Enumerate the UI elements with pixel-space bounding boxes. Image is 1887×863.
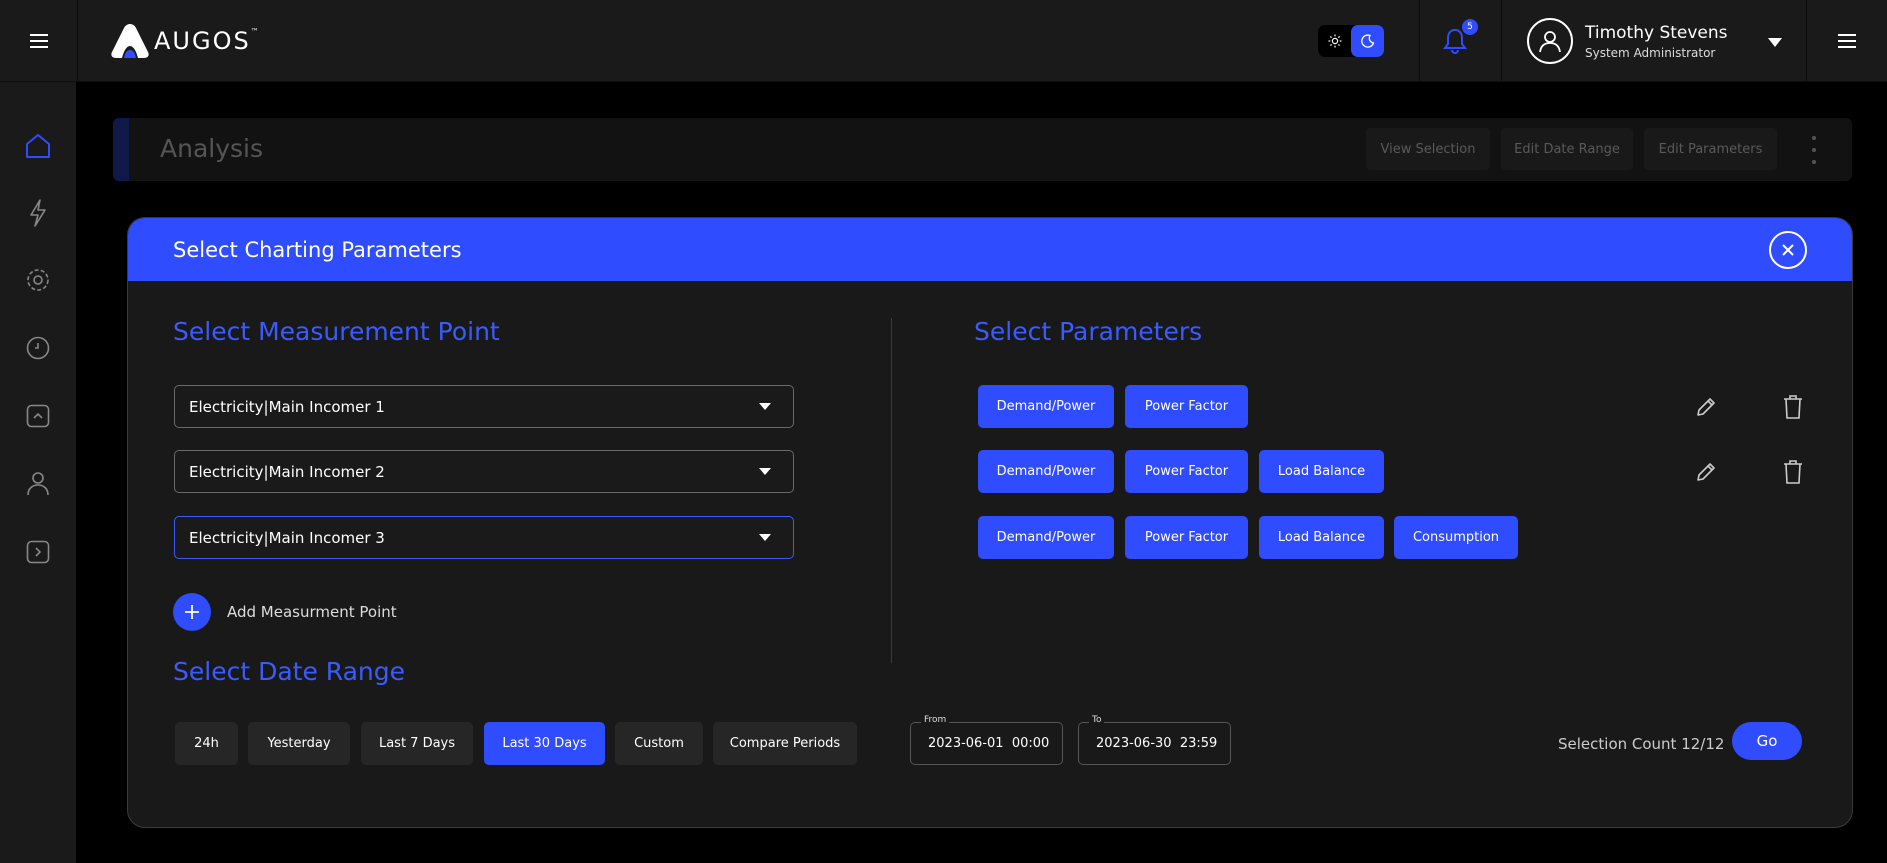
trash-icon <box>1784 395 1802 419</box>
edit-parameters-button[interactable]: Edit Parameters <box>1644 128 1777 170</box>
sidebar-item-expand[interactable] <box>22 536 54 568</box>
date-range-24h-button[interactable]: 24h <box>175 722 238 765</box>
dark-mode-option[interactable] <box>1351 25 1384 57</box>
date-range-compare-periods-button[interactable]: Compare Periods <box>713 722 857 765</box>
sidebar-item-history[interactable] <box>22 332 54 364</box>
user-role: System Administrator <box>1585 45 1716 60</box>
add-measurement-button[interactable] <box>173 593 211 631</box>
sidebar <box>0 82 76 863</box>
analysis-accent-bar <box>113 118 129 181</box>
more-options-icon[interactable] <box>1811 136 1817 164</box>
chevron-up-square-icon <box>26 404 50 428</box>
delete-row-button[interactable] <box>1780 459 1806 485</box>
measurement-point-select[interactable]: Electricity|Main Incomer 1 <box>174 385 794 428</box>
from-date-label: From <box>921 715 950 725</box>
sun-icon <box>1328 34 1341 48</box>
parameter-chip[interactable]: Demand/Power <box>978 385 1114 428</box>
theme-toggle[interactable] <box>1318 25 1384 57</box>
to-date-value: 2023-06-30 23:59 <box>1096 736 1218 751</box>
avatar <box>1527 18 1573 64</box>
logo-mark-icon <box>111 24 149 58</box>
sidebar-item-home[interactable] <box>22 130 54 162</box>
measurement-point-select[interactable]: Electricity|Main Incomer 3 <box>174 516 794 559</box>
section-divider <box>891 318 892 663</box>
lightning-icon <box>30 199 46 227</box>
topbar-separator <box>1501 0 1502 82</box>
date-range-last-7-days-button[interactable]: Last 7 Days <box>361 722 473 765</box>
measurement-point-value: Electricity|Main Incomer 3 <box>189 528 385 547</box>
modal-header: Select Charting Parameters <box>128 218 1852 281</box>
top-bar: AUGOS™ 5 Timothy Stevens System Administ… <box>0 0 1887 82</box>
to-date-field[interactable]: To 2023-06-30 23:59 <box>1078 715 1231 765</box>
sidebar-item-users[interactable] <box>22 467 54 499</box>
from-date-value: 2023-06-01 00:00 <box>928 736 1050 751</box>
add-measurement-label[interactable]: Add Measurment Point <box>227 603 397 621</box>
edit-row-button[interactable] <box>1693 394 1719 420</box>
logo-text: AUGOS™ <box>154 27 261 55</box>
trash-icon <box>1784 460 1802 484</box>
clock-icon <box>26 336 50 360</box>
user-info: Timothy Stevens System Administrator <box>1585 23 1728 60</box>
selection-count: Selection Count 12/12 <box>1558 735 1725 753</box>
page-title: Analysis <box>160 134 264 163</box>
go-button[interactable]: Go <box>1732 722 1802 760</box>
date-range-last-30-days-button[interactable]: Last 30 Days <box>484 722 605 765</box>
parameters-section-title: Select Parameters <box>974 317 1203 346</box>
parameter-chip[interactable]: Demand/Power <box>978 450 1114 493</box>
date-range-section-title: Select Date Range <box>173 657 406 686</box>
parameter-chip[interactable]: Power Factor <box>1125 450 1248 493</box>
pencil-icon <box>1697 398 1715 416</box>
measurement-point-value: Electricity|Main Incomer 2 <box>189 462 385 481</box>
to-date-label: To <box>1089 715 1105 725</box>
delete-row-button[interactable] <box>1780 394 1806 420</box>
main-menu-button[interactable] <box>0 0 78 82</box>
close-button[interactable] <box>1769 231 1807 269</box>
chevron-down-icon <box>759 468 771 475</box>
app-root: AUGOS™ 5 Timothy Stevens System Administ… <box>0 0 1887 863</box>
from-date-field[interactable]: From 2023-06-01 00:00 <box>910 715 1063 765</box>
charting-parameters-modal: Select Charting Parameters Select Measur… <box>127 217 1853 828</box>
analysis-header: Analysis View Selection Edit Date Range … <box>113 118 1852 181</box>
gear-icon <box>27 269 49 291</box>
measurement-point-value: Electricity|Main Incomer 1 <box>189 397 385 416</box>
topbar-separator <box>1419 0 1420 82</box>
hamburger-icon <box>1838 34 1856 48</box>
pencil-icon <box>1697 463 1715 481</box>
parameter-chip[interactable]: Load Balance <box>1259 516 1384 559</box>
augos-logo: AUGOS™ <box>110 22 261 60</box>
secondary-menu-button[interactable] <box>1806 0 1887 82</box>
chevron-down-icon <box>759 534 771 541</box>
user-name: Timothy Stevens <box>1585 22 1728 43</box>
chevron-down-icon[interactable] <box>1768 38 1782 47</box>
measurement-point-select[interactable]: Electricity|Main Incomer 2 <box>174 450 794 493</box>
hamburger-icon <box>29 34 48 48</box>
light-mode-option[interactable] <box>1318 25 1351 57</box>
notification-badge: 5 <box>1462 19 1478 35</box>
user-avatar-icon <box>1539 31 1561 53</box>
sidebar-item-settings[interactable] <box>22 264 54 296</box>
parameter-chip[interactable]: Load Balance <box>1259 450 1384 493</box>
edit-row-button[interactable] <box>1693 459 1719 485</box>
modal-title: Select Charting Parameters <box>173 238 462 262</box>
parameter-chip[interactable]: Consumption <box>1394 516 1518 559</box>
user-menu[interactable]: Timothy Stevens System Administrator <box>1527 18 1797 64</box>
parameter-chip[interactable]: Power Factor <box>1125 385 1248 428</box>
parameter-chip[interactable]: Demand/Power <box>978 516 1114 559</box>
parameter-chip[interactable]: Power Factor <box>1125 516 1248 559</box>
date-range-custom-button[interactable]: Custom <box>615 722 703 765</box>
plus-icon <box>185 605 199 619</box>
sidebar-item-energy[interactable] <box>22 197 54 229</box>
sidebar-item-collapse[interactable] <box>22 400 54 432</box>
chevron-down-icon <box>759 403 771 410</box>
edit-date-range-button[interactable]: Edit Date Range <box>1501 128 1633 170</box>
home-icon <box>26 134 50 158</box>
measurement-section-title: Select Measurement Point <box>173 317 500 346</box>
user-icon <box>27 472 49 496</box>
chevron-right-square-icon <box>26 540 50 564</box>
view-selection-button[interactable]: View Selection <box>1366 128 1490 170</box>
close-icon <box>1782 244 1794 256</box>
date-range-yesterday-button[interactable]: Yesterday <box>248 722 350 765</box>
moon-icon <box>1360 34 1374 48</box>
